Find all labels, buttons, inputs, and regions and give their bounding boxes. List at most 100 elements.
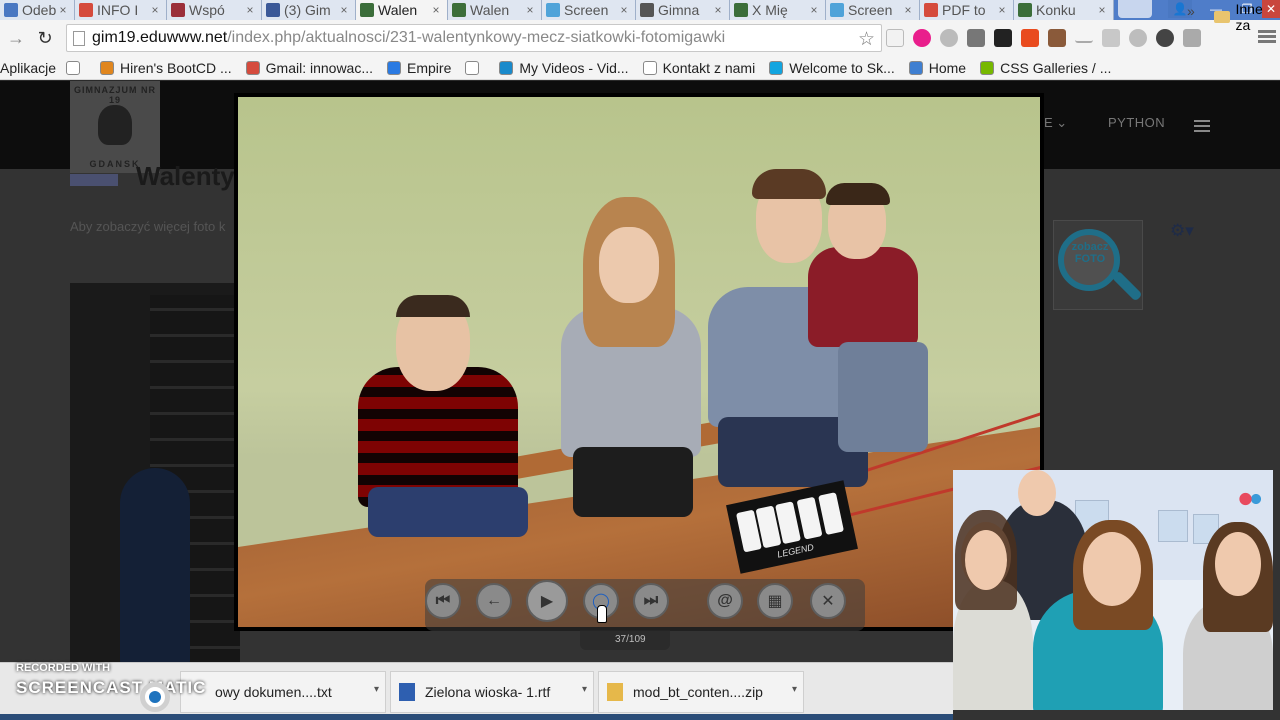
tab-close-icon[interactable]: × xyxy=(807,3,821,17)
face-back xyxy=(1018,470,1056,516)
tab-label: Screen xyxy=(848,2,893,18)
browser-tab[interactable]: X Mię × xyxy=(730,0,826,20)
bookmarks-more-button[interactable]: » xyxy=(1187,3,1195,19)
address-bar[interactable]: gim19.eduwww.net /index.php/aktualnosci/… xyxy=(66,24,882,52)
download-item[interactable]: mod_bt_conten....zip ▾ xyxy=(598,671,804,713)
browser-tab[interactable]: PDF to × xyxy=(920,0,1014,20)
face-left xyxy=(965,530,1007,590)
tab-close-icon[interactable]: × xyxy=(617,3,631,17)
bookmark-item[interactable]: Kontakt z nami xyxy=(642,60,755,76)
bookmarks-bar: Aplikacje Hiren's BootCD ... Gmail: innowa… xyxy=(0,56,1280,80)
tab-label: Screen xyxy=(564,2,609,18)
office-icon[interactable] xyxy=(1021,29,1039,47)
hamburger-menu-icon[interactable] xyxy=(1194,117,1210,135)
grid-icon[interactable] xyxy=(1102,29,1120,47)
download-item[interactable]: owy dokumen....txt ▾ xyxy=(180,671,386,713)
tab-favicon-icon xyxy=(266,3,280,17)
browser-tab[interactable]: INFO I × xyxy=(75,0,167,20)
bookmark-item[interactable]: Home xyxy=(908,60,966,76)
tab-close-icon[interactable]: × xyxy=(711,3,725,17)
reload-icon[interactable]: ↻ xyxy=(35,28,55,48)
title-badge xyxy=(70,174,118,186)
background-photo xyxy=(70,283,240,720)
tab-favicon-icon xyxy=(734,3,748,17)
download-ext-icon[interactable] xyxy=(967,29,985,47)
browser-tab[interactable]: Screen × xyxy=(826,0,920,20)
tab-label: Wspó xyxy=(189,2,225,18)
bookmark-item[interactable]: My Videos - Vid... xyxy=(499,60,629,76)
download-item[interactable]: Zielona wioska- 1.rtf ▾ xyxy=(390,671,594,713)
bookmark-item[interactable]: Hiren's BootCD ... xyxy=(100,60,232,76)
tab-close-icon[interactable]: × xyxy=(243,3,257,17)
bookmark-item[interactable]: Aplikacje xyxy=(0,60,56,76)
bookmark-item[interactable] xyxy=(66,60,86,75)
tab-favicon-icon xyxy=(924,3,938,17)
bookmark-item[interactable]: Empire xyxy=(387,60,451,76)
feedly-icon[interactable] xyxy=(886,29,904,47)
folder-icon xyxy=(1214,11,1230,23)
browser-tab[interactable]: Konku × xyxy=(1014,0,1114,20)
download-menu-arrow-icon[interactable]: ▾ xyxy=(792,684,797,695)
wall-poster xyxy=(1158,510,1188,542)
tab-close-icon[interactable]: × xyxy=(523,3,537,17)
bookmark-star-icon[interactable]: ☆ xyxy=(858,28,875,51)
bookmark-item[interactable]: CSS Galleries / ... xyxy=(980,60,1111,76)
alien-icon[interactable] xyxy=(940,29,958,47)
browser-tab[interactable]: Gimna × xyxy=(636,0,730,20)
tab-label: INFO I xyxy=(97,2,139,18)
browser-tab[interactable]: Screen × xyxy=(542,0,636,20)
tab-close-icon[interactable]: × xyxy=(1095,3,1109,17)
browser-tab[interactable]: (3) Gim × xyxy=(262,0,356,20)
cloud-icon[interactable] xyxy=(1129,29,1147,47)
bookmark-label: Empire xyxy=(407,59,452,76)
puzzle-icon[interactable] xyxy=(1183,29,1201,47)
browser-tab[interactable]: Walen × xyxy=(356,0,448,20)
school-logo[interactable]: GIMNAZJUM NR 19 GDANSK xyxy=(70,81,160,173)
gallery-button[interactable]: ▦ xyxy=(757,583,793,619)
bookmark-item[interactable]: Gmail: innowac... xyxy=(245,60,373,76)
bookmark-label: Welcome to Sk... xyxy=(789,59,895,76)
tab-close-icon[interactable]: × xyxy=(337,3,351,17)
new-tab-button[interactable] xyxy=(1118,0,1152,18)
dash-icon[interactable] xyxy=(1075,33,1093,43)
previous-image-button[interactable]: ← xyxy=(476,583,512,619)
owl-icon xyxy=(98,105,132,145)
last-image-button[interactable]: ⏭ xyxy=(633,583,669,619)
page-icon xyxy=(465,60,480,75)
play-slideshow-button[interactable]: ▶ xyxy=(526,580,568,622)
close-lightbox-button[interactable]: ✕ xyxy=(810,583,846,619)
first-image-button[interactable]: ⏮ xyxy=(425,583,461,619)
browser-tab[interactable]: Wspó × xyxy=(167,0,262,20)
download-menu-arrow-icon[interactable]: ▾ xyxy=(582,684,587,695)
tab-close-icon[interactable]: × xyxy=(901,3,915,17)
tab-close-icon[interactable]: × xyxy=(429,3,443,17)
zobacz-foto-button[interactable]: zobacz FOTO xyxy=(1053,220,1143,310)
other-bookmarks[interactable]: Inne za xyxy=(1214,1,1280,33)
tab-label: PDF to xyxy=(942,2,986,18)
email-button[interactable]: @ xyxy=(707,583,743,619)
tab-close-icon[interactable]: × xyxy=(56,3,70,17)
url-path: /index.php/aktualnosci/231-walentynkowy-… xyxy=(227,29,726,46)
tab-favicon-icon xyxy=(830,3,844,17)
instagram-icon[interactable] xyxy=(1048,29,1066,47)
zip-file-icon xyxy=(607,683,623,701)
other-bookmarks-label: Inne za xyxy=(1235,1,1263,33)
bookmark-item[interactable]: Welcome to Sk... xyxy=(769,60,895,76)
student-plaid xyxy=(348,287,528,537)
recorded-with-label: RECORDED WITH xyxy=(16,662,111,674)
empire-icon xyxy=(387,60,402,75)
film-icon[interactable] xyxy=(994,29,1012,47)
tab-close-icon[interactable]: × xyxy=(148,3,162,17)
browser-tab[interactable]: Odebr× xyxy=(0,0,75,20)
pink-dot-icon[interactable] xyxy=(913,29,931,47)
mouse-cursor-icon xyxy=(597,605,607,623)
tab-close-icon[interactable]: × xyxy=(995,3,1009,17)
nav-item-python[interactable]: PYTHON xyxy=(1108,115,1165,130)
download-menu-arrow-icon[interactable]: ▾ xyxy=(374,684,379,695)
nav-item-partial[interactable]: E ⌄ xyxy=(1044,115,1067,131)
browser-tab[interactable]: Walen × xyxy=(448,0,542,20)
bookmark-item[interactable] xyxy=(465,60,485,75)
gear-icon[interactable]: ⚙▾ xyxy=(1170,221,1194,241)
compass-icon[interactable] xyxy=(1156,29,1174,47)
forward-icon[interactable]: → xyxy=(6,28,26,48)
